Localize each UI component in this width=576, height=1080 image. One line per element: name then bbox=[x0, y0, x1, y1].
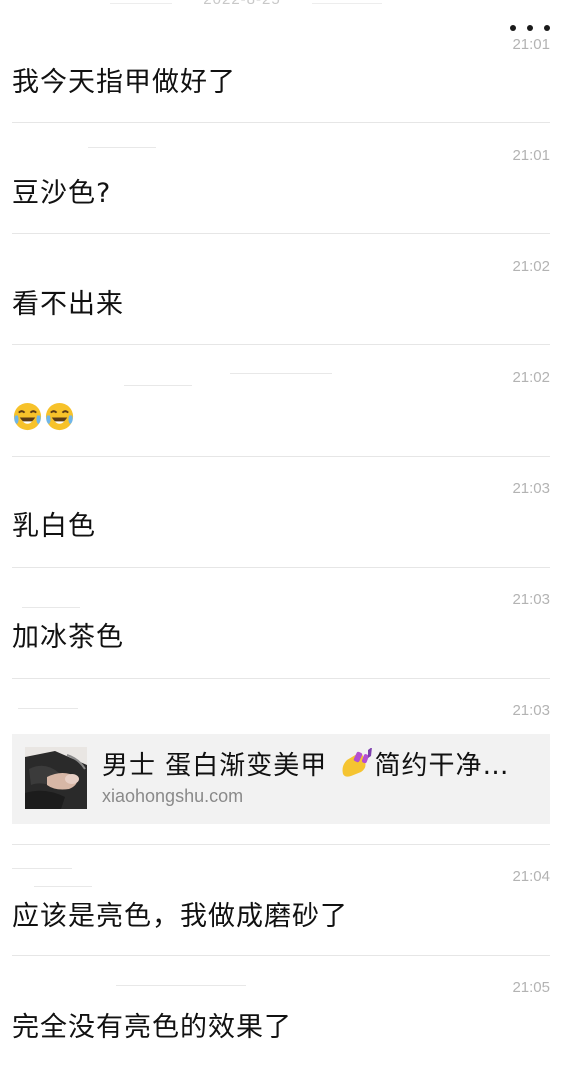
header-separator bbox=[312, 3, 382, 4]
nail-polish-icon bbox=[342, 748, 372, 777]
sender-name bbox=[34, 886, 92, 887]
message-text[interactable]: 乳白色 bbox=[12, 510, 96, 544]
message-text[interactable]: 加冰茶色 bbox=[12, 621, 124, 655]
link-thumbnail bbox=[25, 747, 87, 809]
message-time: 21:01 bbox=[512, 36, 550, 53]
message-time: 21:03 bbox=[512, 480, 550, 497]
message-divider bbox=[12, 955, 550, 956]
message-text[interactable]: 看不出来 bbox=[12, 288, 124, 322]
message-divider bbox=[12, 344, 550, 345]
more-dots-icon[interactable] bbox=[510, 18, 550, 38]
face-with-tears-of-joy-icon bbox=[13, 402, 42, 431]
sender-name bbox=[18, 708, 78, 709]
message-time: 21:03 bbox=[512, 702, 550, 719]
message-time: 21:03 bbox=[512, 591, 550, 608]
message-divider bbox=[12, 456, 550, 457]
face-with-tears-of-joy-icon bbox=[45, 402, 74, 431]
sender-name bbox=[230, 373, 332, 374]
link-card[interactable]: 男士 蛋白渐变美甲 简约干净… xiaohongshu.com bbox=[12, 734, 550, 824]
sender-name bbox=[12, 868, 72, 869]
sender-name bbox=[22, 607, 80, 608]
message-divider bbox=[12, 233, 550, 234]
message-time: 21:04 bbox=[512, 868, 550, 885]
message-text[interactable]: 应该是亮色，我做成磨砂了 bbox=[12, 900, 348, 934]
link-domain: xiaohongshu.com bbox=[102, 786, 244, 806]
sender-name bbox=[116, 985, 246, 986]
message-time: 21:01 bbox=[512, 147, 550, 164]
message-time: 21:05 bbox=[512, 979, 550, 996]
message-text[interactable]: 豆沙色? bbox=[12, 177, 111, 211]
date-header: 2022-8-25 bbox=[0, 0, 484, 8]
sender-name bbox=[124, 385, 192, 386]
link-title: 男士 蛋白渐变美甲 简约干净… bbox=[102, 748, 510, 784]
message-time: 21:02 bbox=[512, 258, 550, 275]
message-text[interactable]: 完全没有亮色的效果了 bbox=[12, 1011, 292, 1045]
sender-name bbox=[88, 147, 156, 148]
message-time: 21:02 bbox=[512, 369, 550, 386]
message-divider bbox=[12, 678, 550, 679]
message-divider bbox=[12, 844, 550, 845]
header-separator bbox=[110, 3, 172, 4]
message-divider bbox=[12, 567, 550, 568]
message-divider bbox=[12, 122, 550, 123]
message-emoji[interactable] bbox=[12, 399, 76, 433]
message-text[interactable]: 我今天指甲做好了 bbox=[12, 66, 236, 100]
